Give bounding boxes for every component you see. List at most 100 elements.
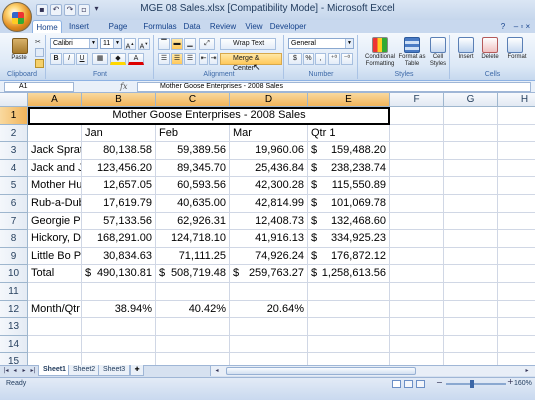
zoom-in-icon[interactable]: +	[507, 377, 514, 386]
insert-function-icon[interactable]: fx	[120, 82, 134, 92]
scroll-left-icon[interactable]: ◂	[212, 367, 222, 375]
zoom-slider[interactable]	[446, 383, 506, 385]
cut-icon[interactable]: ✂	[35, 38, 44, 47]
row-header-7[interactable]: 7	[0, 212, 28, 231]
format-cells-button[interactable]: Format	[501, 54, 533, 61]
tab-developer[interactable]: Developer	[268, 20, 308, 33]
value-cell-mar[interactable]: 41,916.13	[230, 230, 308, 248]
italic-icon[interactable]: I	[63, 53, 75, 65]
value-cell-mar[interactable]: 42,300.28	[230, 177, 308, 195]
delete-cells-button[interactable]: Delete	[476, 54, 504, 61]
total-cell-jan[interactable]: $490,130.81	[82, 265, 156, 283]
row-label-cell[interactable]: Hickory, Di	[28, 230, 82, 248]
delete-cells-icon[interactable]	[482, 37, 498, 53]
grid-cell[interactable]	[444, 353, 498, 365]
value-cell-qtr[interactable]: $159,488.20	[308, 142, 390, 160]
zoom-level[interactable]: 160%	[514, 380, 532, 387]
value-cell-feb[interactable]: 60,593.56	[156, 177, 230, 195]
row-header-9[interactable]: 9	[0, 247, 28, 266]
format-as-table-button[interactable]: Format as Table	[398, 54, 426, 68]
grid-cell[interactable]	[82, 353, 156, 365]
increase-indent-icon[interactable]: ⇥	[209, 53, 218, 65]
header-cell-jan[interactable]: Jan	[82, 124, 156, 143]
row-label-cell[interactable]: Jack and Jil	[28, 159, 82, 178]
grid-cell[interactable]	[390, 107, 444, 125]
fill-color-icon[interactable]: ◆	[110, 53, 126, 65]
percent-style-button[interactable]: %	[303, 53, 314, 65]
window-controls-icon[interactable]: – ▫ ×	[510, 20, 534, 33]
grid-cell[interactable]	[390, 159, 444, 178]
grid-cell[interactable]	[498, 160, 535, 178]
value-cell-jan[interactable]: 168,291.00	[82, 230, 156, 248]
grid-cell[interactable]	[444, 195, 498, 213]
row-label-cell[interactable]: Jack Sprat	[28, 142, 82, 160]
grid-cell[interactable]	[498, 195, 535, 213]
grid-cell[interactable]	[390, 353, 444, 365]
borders-icon[interactable]: ▦	[92, 53, 108, 65]
grid-cell[interactable]	[28, 353, 82, 365]
paste-icon[interactable]	[12, 38, 28, 54]
row-header-1[interactable]: 1	[0, 107, 28, 125]
grid-cell[interactable]	[390, 247, 444, 266]
grid-cell[interactable]	[498, 318, 535, 336]
row-header-11[interactable]: 11	[0, 283, 28, 301]
align-right-icon[interactable]: ☰	[184, 53, 196, 65]
font-size-select[interactable]: 11 ▼	[100, 38, 122, 49]
grid-cell[interactable]	[308, 353, 390, 365]
grid-cell[interactable]	[498, 142, 535, 160]
grid-cell[interactable]	[156, 318, 230, 336]
format-cells-icon[interactable]	[507, 37, 523, 53]
value-cell-mar[interactable]: 25,436.84	[230, 159, 308, 178]
page-break-view-icon[interactable]	[416, 380, 425, 388]
value-cell-qtr[interactable]: $115,550.89	[308, 177, 390, 195]
conditional-formatting-icon[interactable]	[372, 37, 388, 53]
grid-cell[interactable]	[444, 283, 498, 301]
align-top-icon[interactable]: ▔	[158, 38, 170, 50]
tab-page-layout[interactable]: Page Layout	[96, 20, 140, 44]
grid-cell[interactable]	[390, 230, 444, 248]
row-header-3[interactable]: 3	[0, 142, 28, 160]
grid-cell[interactable]	[498, 107, 535, 125]
column-header-b[interactable]: B	[82, 93, 156, 107]
normal-view-icon[interactable]	[392, 380, 401, 388]
grid-cell[interactable]	[444, 300, 498, 319]
paste-button[interactable]: Paste	[4, 55, 34, 62]
bold-icon[interactable]: B	[50, 53, 62, 65]
align-middle-icon[interactable]: ▬	[171, 38, 183, 50]
grid-cell[interactable]	[308, 283, 390, 301]
conditional-formatting-button[interactable]: Conditional Formatting	[360, 54, 400, 68]
name-box[interactable]: A1	[4, 82, 74, 92]
grid-cell[interactable]	[498, 336, 535, 354]
zoom-slider-thumb[interactable]	[470, 380, 474, 388]
grid-cell[interactable]	[390, 195, 444, 213]
grid-cell[interactable]	[82, 335, 156, 354]
value-cell-qtr[interactable]: $176,872.12	[308, 247, 390, 266]
tab-review[interactable]: Review	[206, 20, 240, 33]
increase-decimal-icon[interactable]: ⁺⁰	[328, 53, 340, 65]
insert-sheet-icon[interactable]: ✚	[130, 365, 144, 376]
grid-cell[interactable]	[390, 212, 444, 231]
grid-cell[interactable]	[82, 283, 156, 301]
grid-cell[interactable]	[498, 248, 535, 266]
row-header-6[interactable]: 6	[0, 195, 28, 213]
grid-cell[interactable]	[230, 353, 308, 365]
row-header-15[interactable]: 15	[0, 353, 28, 365]
column-header-d[interactable]: D	[230, 93, 308, 107]
tab-formulas[interactable]: Formulas	[142, 20, 178, 33]
merge-center-button[interactable]: Merge & Center	[220, 53, 282, 72]
tab-view[interactable]: View	[242, 20, 266, 33]
grid-cell[interactable]	[498, 125, 535, 143]
grid-cell[interactable]	[230, 335, 308, 354]
row-header-12[interactable]: 12	[0, 300, 28, 319]
format-painter-icon[interactable]	[35, 59, 44, 68]
row-header-4[interactable]: 4	[0, 159, 28, 178]
pct-cell-feb[interactable]: 40.42%	[156, 300, 230, 319]
value-cell-jan[interactable]: 123,456.20	[82, 159, 156, 178]
grid-cell[interactable]	[444, 142, 498, 160]
header-cell-qtr[interactable]: Qtr 1	[308, 124, 390, 143]
value-cell-feb[interactable]: 62,926.31	[156, 212, 230, 231]
grid-cell[interactable]	[308, 335, 390, 354]
font-color-icon[interactable]: A	[128, 53, 144, 65]
underline-icon[interactable]: U	[76, 53, 88, 65]
sheet-tab-sheet3[interactable]: Sheet3	[98, 365, 131, 376]
